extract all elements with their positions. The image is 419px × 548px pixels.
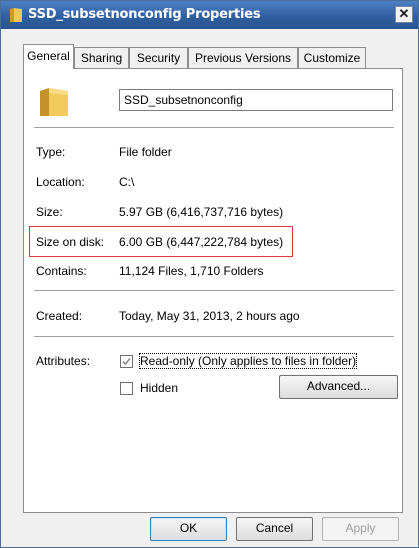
type-value: File folder (119, 145, 172, 159)
attributes-label: Attributes: (36, 354, 91, 368)
tab-security[interactable]: Security (129, 47, 188, 68)
size-on-disk-value: 6.00 GB (6,447,222,784 bytes) (119, 235, 284, 249)
tab-previous-versions[interactable]: Previous Versions (188, 47, 298, 68)
properties-dialog: SSD_subsetnonconfig Properties ✕ General… (0, 0, 419, 548)
title-bar[interactable]: SSD_subsetnonconfig Properties ✕ (1, 1, 418, 29)
divider (34, 127, 394, 128)
type-label: Type: (36, 145, 66, 159)
close-button[interactable]: ✕ (395, 6, 413, 23)
contains-value: 11,124 Files, 1,710 Folders (119, 264, 264, 278)
contains-label: Contains: (36, 264, 87, 278)
readonly-checkbox-label[interactable]: Read-only (Only applies to files in fold… (138, 353, 358, 369)
size-value: 5.97 GB (6,416,737,716 bytes) (119, 205, 284, 219)
created-value: Today, May 31, 2013, 2 hours ago (119, 309, 300, 323)
size-label: Size: (36, 205, 63, 219)
tab-label: Security (136, 51, 181, 65)
hidden-checkbox[interactable] (120, 382, 133, 395)
checkmark-icon (122, 357, 131, 366)
folder-icon (40, 88, 68, 116)
ok-button[interactable]: OK (150, 517, 227, 541)
general-panel: Type: File folder Location: C:\ Size: 5.… (23, 68, 403, 513)
tab-customize[interactable]: Customize (298, 47, 366, 68)
window-title: SSD_subsetnonconfig Properties (28, 7, 261, 22)
folder-name-input[interactable] (119, 89, 393, 111)
cancel-button[interactable]: Cancel (236, 517, 313, 541)
location-label: Location: (36, 175, 85, 189)
tab-label: Sharing (80, 51, 123, 65)
close-icon: ✕ (398, 6, 410, 21)
tab-general[interactable]: General (23, 44, 74, 69)
location-value: C:\ (119, 175, 135, 189)
advanced-button[interactable]: Advanced... (279, 375, 398, 399)
divider (34, 336, 394, 337)
size-on-disk-label: Size on disk: (36, 235, 105, 249)
tab-label: Previous Versions (194, 51, 292, 65)
hidden-checkbox-label[interactable]: Hidden (140, 381, 178, 395)
tab-sharing[interactable]: Sharing (74, 47, 129, 68)
apply-button[interactable]: Apply (322, 517, 399, 541)
created-label: Created: (36, 309, 83, 323)
tab-label: Customize (303, 51, 361, 65)
divider (34, 290, 394, 291)
folder-icon (10, 8, 22, 22)
readonly-checkbox[interactable] (120, 355, 133, 368)
tab-label: General (27, 49, 70, 63)
